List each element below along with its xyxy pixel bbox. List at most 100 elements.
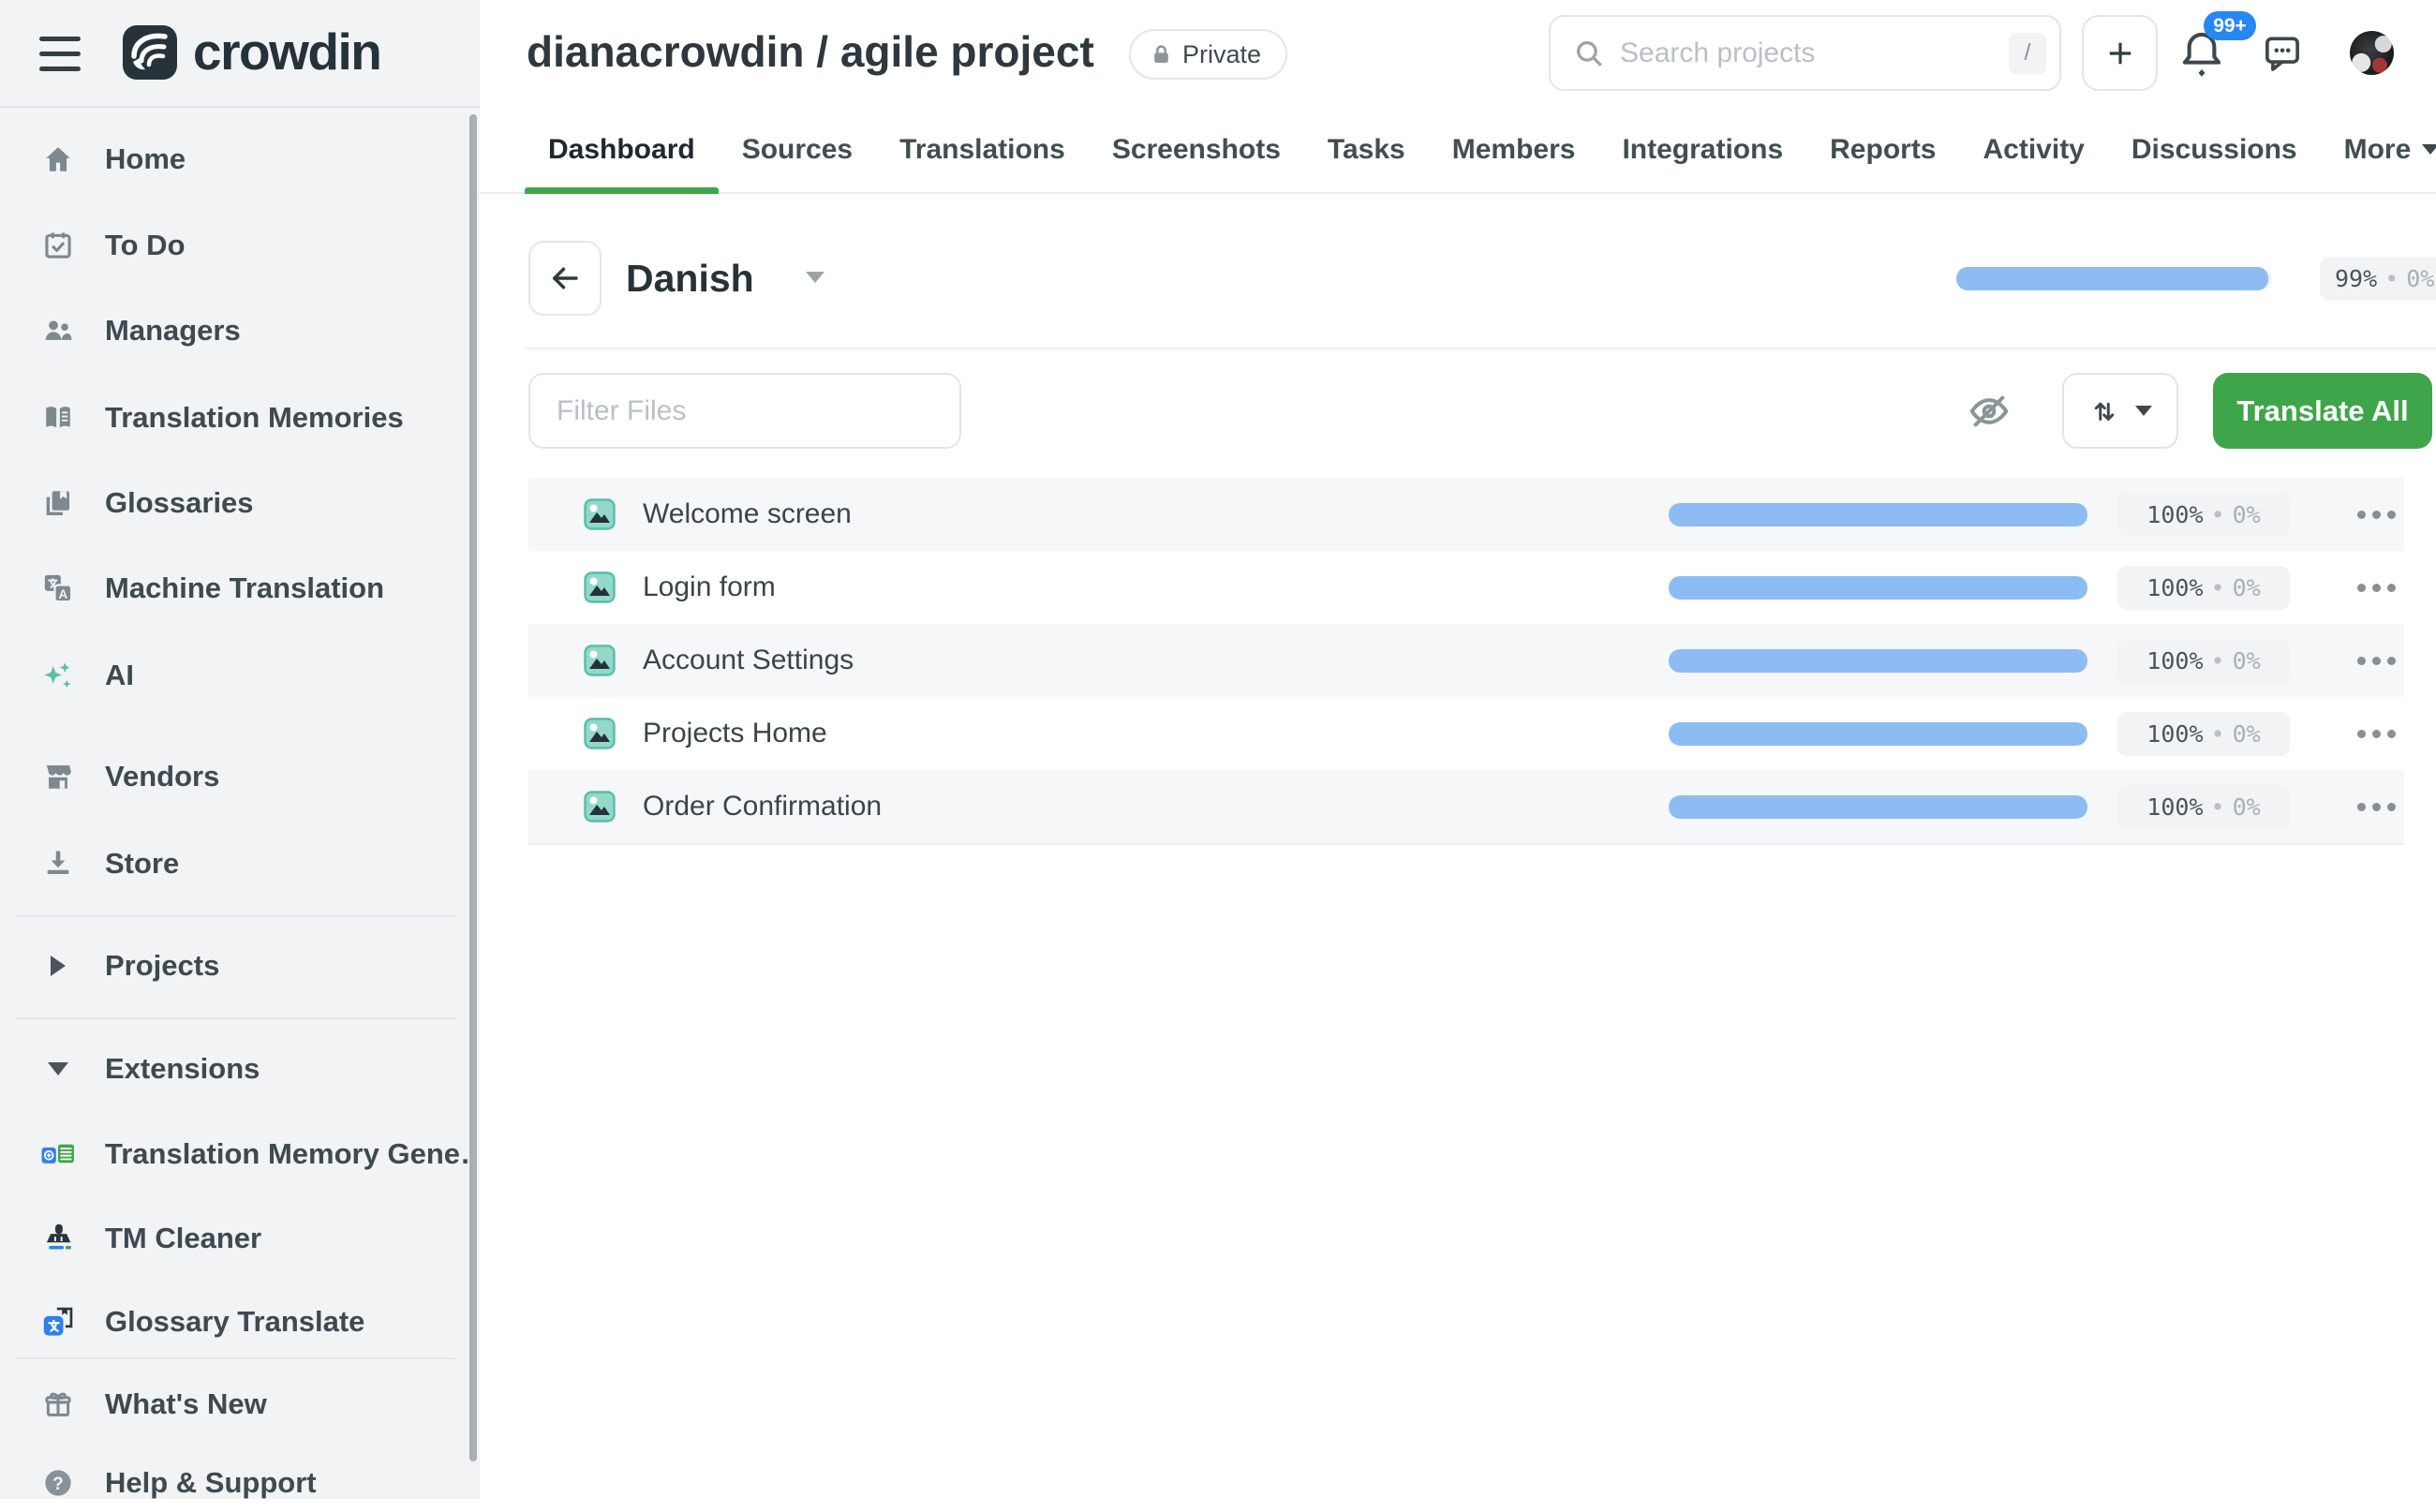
open-book-icon bbox=[39, 399, 77, 437]
tab-discussions[interactable]: Discussions bbox=[2108, 107, 2321, 192]
arrow-left-icon bbox=[548, 261, 582, 295]
main-content: dianacrowdin / agile project Private / 9… bbox=[480, 0, 2436, 1499]
menu-toggle-icon[interactable] bbox=[39, 37, 81, 71]
file-menu-button[interactable] bbox=[2350, 624, 2402, 697]
crowdin-logo-icon[interactable] bbox=[122, 24, 178, 81]
tab-tasks[interactable]: Tasks bbox=[1304, 107, 1429, 192]
file-progress-bar bbox=[1669, 795, 2087, 819]
sort-button[interactable] bbox=[2062, 373, 2178, 449]
sidebar: crowdin Home To Do Managers Translation … bbox=[0, 0, 480, 1499]
file-menu-button[interactable] bbox=[2350, 697, 2402, 770]
file-row-welcome-screen[interactable]: Welcome screen 100%•0% bbox=[528, 478, 2404, 551]
project-header: dianacrowdin / agile project Private / 9… bbox=[480, 0, 2436, 109]
file-row-login-form[interactable]: Login form 100%•0% bbox=[528, 551, 2404, 624]
tab-dashboard[interactable]: Dashboard bbox=[525, 107, 719, 192]
search-input[interactable] bbox=[1620, 37, 2009, 69]
sidebar-item-tm-generator[interactable]: Translation Memory Gene… bbox=[0, 1125, 468, 1183]
file-progress-badge: 100%•0% bbox=[2117, 712, 2290, 756]
glossary-book-icon bbox=[39, 484, 77, 522]
filter-files-input[interactable] bbox=[528, 373, 961, 449]
create-project-button[interactable] bbox=[2082, 15, 2158, 91]
sidebar-item-translation-memories[interactable]: Translation Memories bbox=[0, 389, 468, 447]
sidebar-item-todo[interactable]: To Do bbox=[0, 216, 468, 274]
screenshot-file-icon bbox=[584, 498, 616, 530]
language-name: Danish bbox=[626, 241, 754, 316]
tab-screenshots[interactable]: Screenshots bbox=[1089, 107, 1304, 192]
search-bar: / bbox=[1549, 15, 2061, 91]
download-store-icon bbox=[39, 845, 77, 882]
sidebar-item-ai[interactable]: AI bbox=[0, 646, 468, 704]
sidebar-item-machine-translation[interactable]: A Machine Translation bbox=[0, 559, 468, 617]
plus-icon bbox=[2103, 37, 2137, 70]
sort-arrows-icon bbox=[2088, 395, 2120, 427]
sidebar-item-whats-new[interactable]: What's New bbox=[0, 1375, 468, 1433]
file-row-account-settings[interactable]: Account Settings 100%•0% bbox=[528, 624, 2404, 697]
storefront-icon bbox=[39, 758, 77, 795]
crowdin-wordmark: crowdin bbox=[193, 0, 380, 106]
search-shortcut-key: / bbox=[2009, 33, 2046, 74]
language-progress-fill bbox=[1956, 267, 2268, 290]
sidebar-rule bbox=[15, 1017, 455, 1019]
tab-translations[interactable]: Translations bbox=[876, 107, 1089, 192]
file-progress-bar bbox=[1669, 649, 2087, 673]
file-progress-badge: 100%•0% bbox=[2117, 785, 2290, 829]
todo-calendar-icon bbox=[39, 227, 77, 264]
sidebar-item-glossaries[interactable]: Glossaries bbox=[0, 474, 468, 532]
file-progress-badge: 100%•0% bbox=[2117, 493, 2290, 537]
sidebar-item-managers[interactable]: Managers bbox=[0, 302, 468, 360]
sidebar-item-vendors[interactable]: Vendors bbox=[0, 748, 468, 806]
tm-cleaner-brush-icon bbox=[39, 1220, 77, 1257]
sidebar-item-store[interactable]: Store bbox=[0, 835, 468, 893]
sidebar-scrollbar[interactable] bbox=[469, 114, 477, 1461]
chevron-right-icon bbox=[39, 947, 77, 985]
tm-generator-icon bbox=[39, 1135, 77, 1173]
sidebar-divider bbox=[0, 106, 480, 108]
tab-integrations[interactable]: Integrations bbox=[1598, 107, 1806, 192]
file-menu-button[interactable] bbox=[2350, 551, 2402, 624]
project-tabs: Dashboard Sources Translations Screensho… bbox=[480, 107, 2436, 194]
file-list-bottom-border bbox=[528, 843, 2404, 845]
file-name: Welcome screen bbox=[643, 478, 852, 551]
translate-all-button[interactable]: Translate All bbox=[2213, 373, 2432, 449]
tab-reports[interactable]: Reports bbox=[1806, 107, 1959, 192]
file-menu-button[interactable] bbox=[2350, 478, 2402, 551]
screenshot-file-icon bbox=[584, 571, 616, 603]
file-menu-button[interactable] bbox=[2350, 770, 2402, 843]
svg-text:?: ? bbox=[52, 1475, 64, 1494]
sidebar-header: crowdin bbox=[0, 0, 480, 106]
file-row-order-confirmation[interactable]: Order Confirmation 100%•0% bbox=[528, 770, 2404, 843]
file-progress-bar bbox=[1669, 722, 2087, 746]
machine-translation-icon: A bbox=[39, 570, 77, 607]
help-question-icon: ? bbox=[39, 1464, 77, 1502]
tab-members[interactable]: Members bbox=[1429, 107, 1599, 192]
sidebar-item-extensions[interactable]: Extensions bbox=[0, 1040, 468, 1098]
tab-more[interactable]: More bbox=[2321, 107, 2436, 192]
sidebar-item-glossary-translate[interactable]: Glossary Translate bbox=[0, 1293, 468, 1351]
messages-button[interactable] bbox=[2262, 32, 2303, 73]
file-progress-badge: 100%•0% bbox=[2117, 639, 2290, 683]
toggle-hidden-files-button[interactable] bbox=[1968, 390, 2011, 433]
sidebar-rule bbox=[15, 1357, 455, 1359]
chat-icon bbox=[2262, 32, 2303, 73]
user-avatar[interactable] bbox=[2350, 31, 2394, 75]
file-row-projects-home[interactable]: Projects Home 100%•0% bbox=[528, 697, 2404, 770]
back-button[interactable] bbox=[528, 241, 602, 316]
language-dropdown-caret[interactable] bbox=[806, 272, 824, 283]
gift-icon bbox=[39, 1386, 77, 1423]
screenshot-file-icon bbox=[584, 791, 616, 823]
svg-text:A: A bbox=[59, 587, 68, 601]
screenshot-file-icon bbox=[584, 718, 616, 749]
sidebar-item-help-support[interactable]: ? Help & Support bbox=[0, 1454, 468, 1512]
section-divider bbox=[525, 348, 2436, 349]
tab-activity[interactable]: Activity bbox=[1960, 107, 2108, 192]
sidebar-item-home[interactable]: Home bbox=[0, 130, 468, 188]
managers-people-icon bbox=[39, 312, 77, 349]
file-progress-bar bbox=[1669, 576, 2087, 600]
file-progress-bar bbox=[1669, 503, 2087, 526]
sidebar-item-tm-cleaner[interactable]: TM Cleaner bbox=[0, 1209, 468, 1267]
sidebar-item-projects[interactable]: Projects bbox=[0, 937, 468, 995]
language-progress-bar bbox=[1956, 267, 2271, 290]
home-icon bbox=[39, 141, 77, 178]
tab-sources[interactable]: Sources bbox=[719, 107, 876, 192]
chevron-down-icon bbox=[2422, 144, 2436, 155]
